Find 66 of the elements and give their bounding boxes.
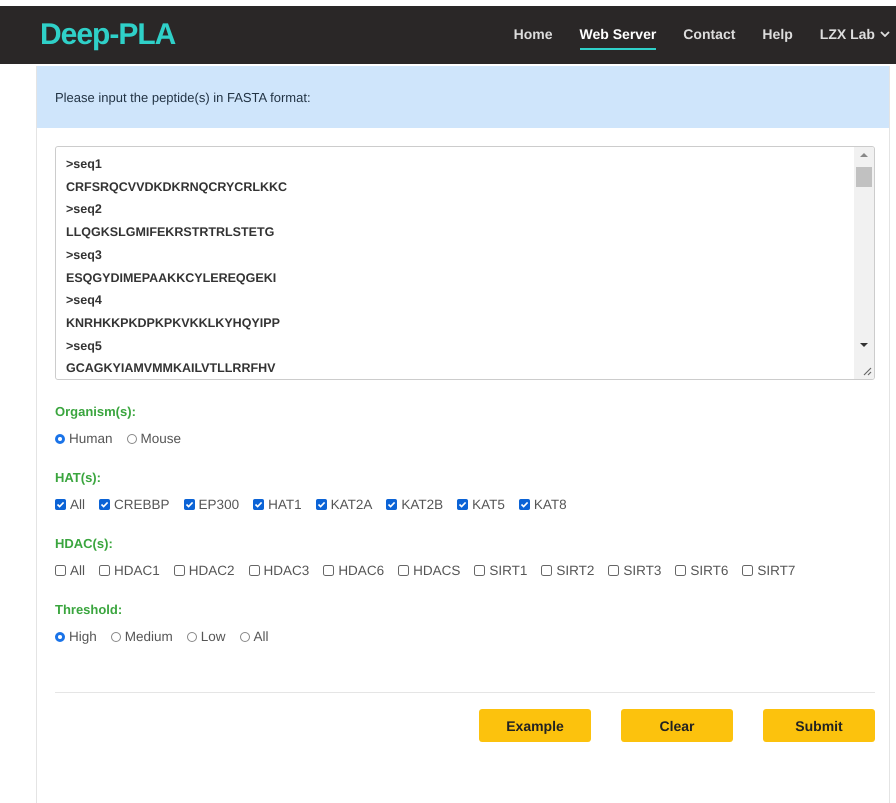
option-label: EP300 bbox=[198, 497, 240, 512]
option-label: SIRT3 bbox=[623, 563, 662, 578]
option-label: High bbox=[69, 629, 97, 644]
checkbox[interactable] bbox=[323, 565, 334, 576]
option-label: HDACS bbox=[413, 563, 460, 578]
option-label: SIRT1 bbox=[489, 563, 528, 578]
group-label: Organism(s): bbox=[55, 404, 137, 419]
option-label: KAT2A bbox=[330, 497, 372, 512]
checkbox[interactable] bbox=[386, 499, 398, 510]
checkbox[interactable] bbox=[99, 499, 110, 510]
group-label: HAT(s): bbox=[55, 470, 102, 485]
option-label: Mouse bbox=[140, 431, 182, 446]
option-label: Medium bbox=[124, 629, 173, 644]
radio-button[interactable] bbox=[110, 632, 121, 642]
option-label: KAT2B bbox=[401, 497, 444, 512]
site-logo[interactable]: Deep-PLA bbox=[40, 18, 176, 52]
option-label: HDAC2 bbox=[188, 563, 235, 578]
radio-button[interactable] bbox=[55, 632, 65, 642]
action-button[interactable]: Example bbox=[479, 709, 591, 742]
option-label: HAT1 bbox=[268, 497, 302, 512]
checkbox[interactable] bbox=[474, 565, 486, 576]
option-label: All bbox=[70, 497, 86, 512]
option-label: KAT8 bbox=[534, 497, 567, 512]
option-label: SIRT2 bbox=[556, 563, 594, 578]
checkbox[interactable] bbox=[248, 565, 260, 576]
checkbox[interactable] bbox=[457, 499, 468, 510]
scrollbar[interactable] bbox=[854, 147, 874, 379]
nav-link[interactable]: Home bbox=[514, 20, 553, 50]
checkbox[interactable] bbox=[55, 499, 66, 510]
checkbox[interactable] bbox=[55, 565, 66, 576]
checkbox[interactable] bbox=[675, 565, 686, 576]
option-label: HDAC1 bbox=[114, 563, 160, 578]
nav-link[interactable]: Help bbox=[762, 20, 793, 50]
group-label: Threshold: bbox=[55, 602, 124, 617]
nav-link[interactable]: Web Server bbox=[580, 20, 656, 50]
checkbox[interactable] bbox=[99, 565, 110, 576]
nav-link[interactable]: LZX Lab bbox=[820, 20, 890, 50]
option-label: All bbox=[254, 629, 269, 644]
sequence-textarea[interactable]: >seq1 CRFSRQCVVDKDKRNQCRYCRLKKC >seq2 LLQGKSLGMIFEKRSTRTRLSTETG >seq3 ESQGYDIMEPAAKKCYLEREQGEKI >seq4 KNRHKKPKDPKPKVKKLKYHQYIPP >seq5 GCAGKYIAMVMMKAILVTLLRRFHV bbox=[55, 146, 875, 380]
option-label: All bbox=[70, 563, 86, 578]
action-button[interactable]: Clear bbox=[621, 709, 733, 742]
checkbox[interactable] bbox=[518, 499, 530, 510]
checkbox[interactable] bbox=[398, 565, 410, 576]
nav-link[interactable]: Contact bbox=[683, 20, 736, 50]
option-label: HDAC6 bbox=[338, 563, 384, 578]
checkbox[interactable] bbox=[608, 565, 620, 576]
group-label: HDAC(s): bbox=[55, 536, 114, 551]
radio-button[interactable] bbox=[126, 434, 137, 444]
checkbox[interactable] bbox=[541, 565, 552, 576]
option-label: SIRT7 bbox=[757, 563, 796, 578]
radio-button[interactable] bbox=[186, 632, 197, 642]
option-label: Low bbox=[200, 629, 226, 644]
radio-button[interactable] bbox=[55, 434, 65, 444]
option-label: SIRT6 bbox=[690, 563, 728, 578]
instruction-text: Please input the peptide(s) in FASTA format: bbox=[55, 90, 311, 104]
checkbox[interactable] bbox=[174, 565, 185, 576]
checkbox[interactable] bbox=[316, 499, 327, 510]
checkbox[interactable] bbox=[742, 565, 754, 576]
option-label: CREBBP bbox=[114, 497, 170, 512]
option-label: KAT5 bbox=[472, 497, 505, 512]
checkbox[interactable] bbox=[184, 499, 195, 510]
action-button[interactable]: Submit bbox=[763, 709, 875, 742]
option-label: HDAC3 bbox=[264, 563, 310, 578]
option-label: Human bbox=[69, 431, 113, 446]
checkbox[interactable] bbox=[253, 499, 264, 510]
radio-button[interactable] bbox=[240, 632, 250, 642]
